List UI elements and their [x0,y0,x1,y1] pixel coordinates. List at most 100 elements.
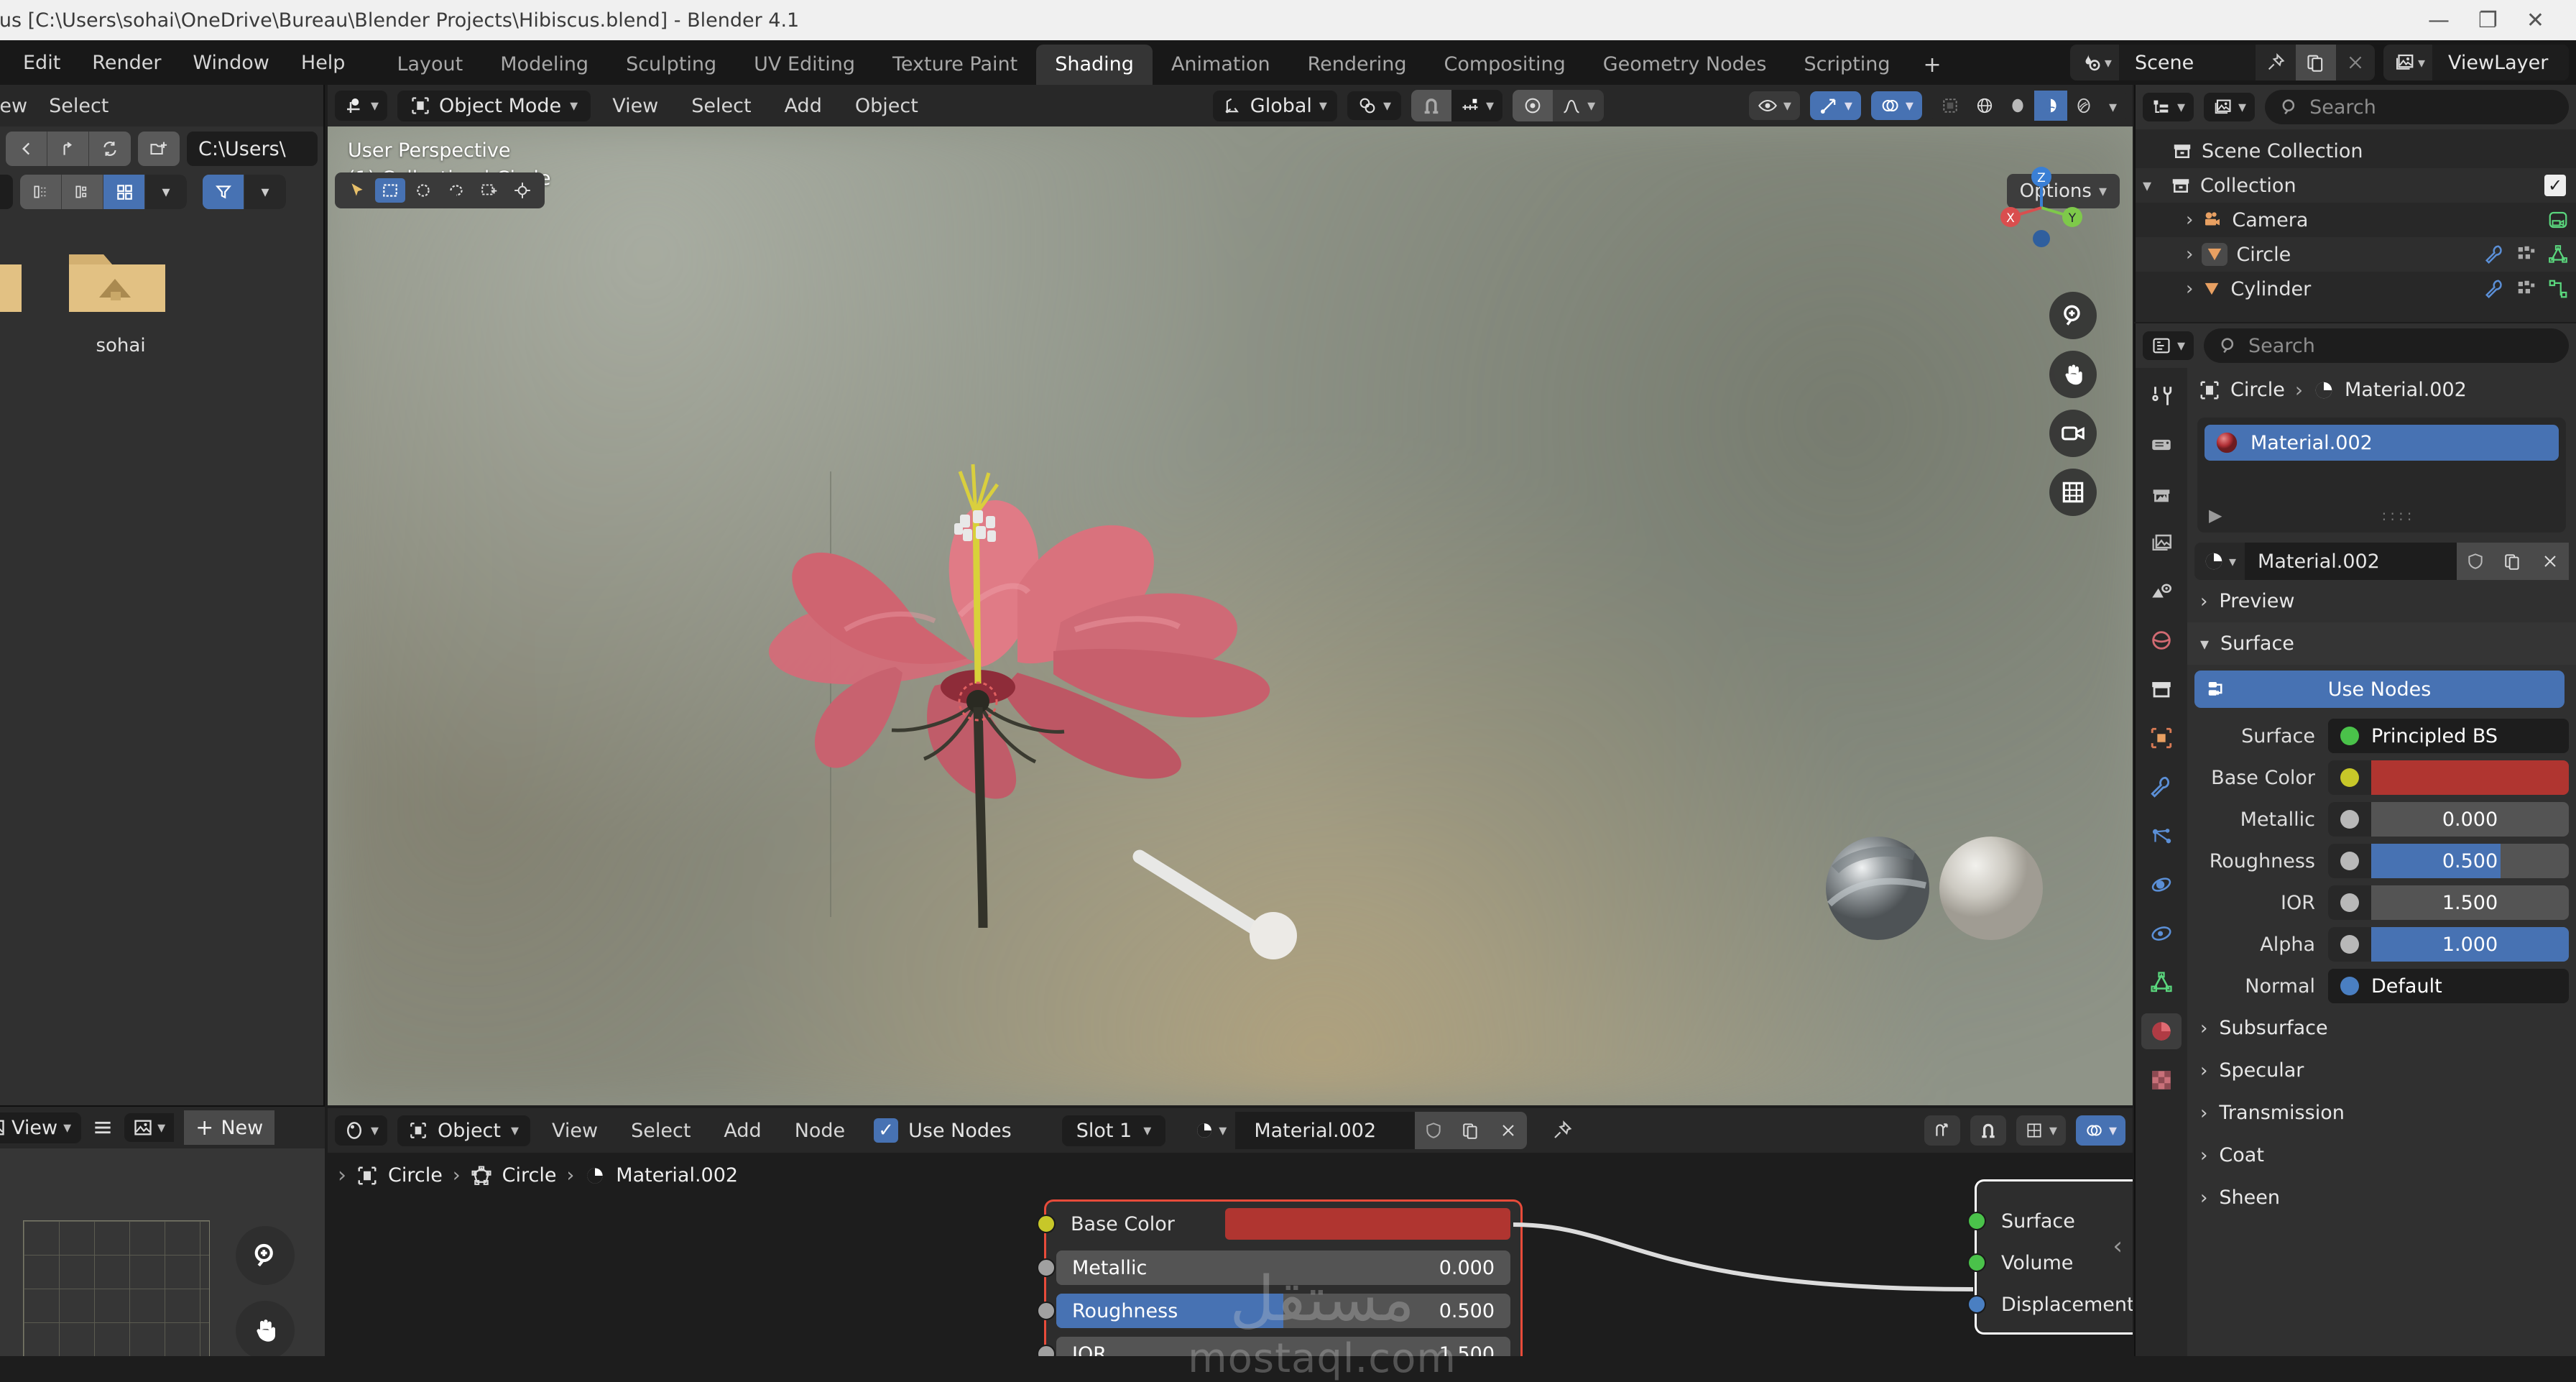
prop-value-normal[interactable]: Default [2328,969,2569,1003]
hamburger-icon[interactable] [91,1116,114,1139]
pin-icon[interactable] [1551,1120,1573,1141]
properties-body[interactable]: Circle › Material.002 Material.002 ▶ :::… [2187,368,2576,1356]
material-name-field[interactable]: Material.002 [1235,1112,1416,1149]
menu-window[interactable]: Window [177,47,285,78]
image-datablock-selector[interactable]: ▾ [124,1113,175,1142]
node-row-ior[interactable]: IOR 1.500 [1037,1332,1520,1356]
node-row-metallic[interactable]: Metallic 0.000 [1037,1246,1520,1289]
viewlayer-icon[interactable]: ▾ [2383,52,2432,73]
material-slot-item[interactable]: Material.002 [2205,425,2559,461]
scene-name[interactable]: Scene [2118,45,2256,80]
specials-menu-icon[interactable]: ▶ [2209,505,2222,525]
path-input[interactable]: C:\Users\ [187,132,318,166]
prop-value-base-color[interactable] [2328,760,2569,795]
prop-value-roughness[interactable]: 0.500 [2328,844,2569,878]
sidebar-expand-icon[interactable]: ‹ [2113,1232,2123,1261]
prop-row-roughness[interactable]: Roughness 0.500 [2187,840,2576,882]
node-overlays-toggle[interactable]: ▾ [2075,1115,2125,1146]
prop-row-metallic[interactable]: Metallic 0.000 [2187,798,2576,840]
fb-menu-view[interactable]: View [0,95,27,117]
node-row-surface[interactable]: Surface [1967,1200,2133,1242]
base-color-swatch[interactable] [2371,760,2569,795]
tab-constraints[interactable] [2141,916,2182,952]
new-image-button[interactable]: + New [184,1110,275,1145]
tab-tool[interactable] [2141,378,2182,414]
tab-render[interactable] [2141,427,2182,463]
prop-row-ior[interactable]: IOR 1.500 [2187,882,2576,923]
gizmo-toggle[interactable]: ▾ [1809,91,1861,120]
tab-animation[interactable]: Animation [1153,45,1289,85]
socket-metallic[interactable] [1037,1258,1056,1277]
duplicate-material-icon[interactable] [2494,543,2531,580]
duplicate-material-icon[interactable] [1452,1112,1490,1149]
viewlayer-name[interactable]: ViewLayer [2432,45,2569,80]
socket-base-color[interactable] [1037,1215,1056,1233]
prop-value-surface[interactable]: Principled BS [2328,719,2569,753]
principled-bsdf-node[interactable]: Base Color Metallic 0.000 Roughness 0.50… [1037,1202,1520,1356]
properties-breadcrumb-object[interactable]: Circle [2230,379,2285,401]
viewlayer-selector[interactable]: ▾ ViewLayer [2383,45,2569,80]
display-mode-thumbnail-icon[interactable] [103,175,145,209]
viewport-menu-select[interactable]: Select [680,95,762,117]
snap-mode-selector[interactable]: ▾ [1451,90,1502,121]
prop-value-ior[interactable]: 1.500 [2328,885,2569,920]
filter-icon[interactable] [203,175,244,209]
node-row-roughness[interactable]: Roughness 0.500 [1037,1289,1520,1332]
prop-value-metallic[interactable]: 0.000 [2328,802,2569,837]
editor-type-selector[interactable]: ▾ [335,91,388,121]
tab-output[interactable] [2141,476,2182,512]
proportional-edit-icon[interactable] [1513,90,1554,121]
close-button[interactable]: ✕ [2526,8,2544,33]
material-icon[interactable]: ▾ [1186,1112,1236,1149]
tab-compositing[interactable]: Compositing [1425,45,1584,85]
panel-specular[interactable]: › Specular [2187,1049,2576,1092]
chevron-down-icon[interactable]: ▾ [2143,175,2161,195]
tab-physics[interactable] [2141,867,2182,903]
camera-view-icon[interactable] [2049,410,2097,457]
panel-coat[interactable]: › Coat [2187,1134,2576,1176]
tab-texture[interactable] [2141,1062,2182,1098]
fake-user-shield-icon[interactable] [2457,543,2494,580]
snap-node-icon[interactable] [1924,1115,1960,1146]
editor-type-selector[interactable]: ▾ [335,1115,388,1146]
socket-surface[interactable] [1967,1212,1986,1230]
node-magnet-icon[interactable] [1970,1115,2006,1146]
material-icon[interactable]: ▾ [2194,543,2245,580]
falloff-selector[interactable]: ▾ [1553,90,1604,121]
overlays-toggle[interactable]: ▾ [1870,91,1922,120]
pan-hand-icon[interactable] [2049,351,2097,398]
shading-solid-icon[interactable] [2001,91,2034,121]
display-mode-detail-icon[interactable] [62,175,103,209]
viewport-canvas[interactable]: User Perspective (1) Collection | Circle… [328,126,2133,1105]
new-folder-button[interactable] [138,132,180,166]
outliner-display-mode[interactable]: ▾ [2204,93,2256,121]
filename-field[interactable]: ar [0,175,13,209]
resize-grip[interactable]: :::: [2382,507,2416,524]
tab-scripting[interactable]: Scripting [1785,45,1908,85]
select-lasso-icon[interactable] [441,178,471,203]
outliner-row-camera[interactable]: › Camera [2136,203,2576,237]
breadcrumb-object[interactable]: Circle [388,1164,443,1187]
select-circle-icon[interactable] [408,178,438,203]
menu-render[interactable]: Render [76,47,177,78]
shader-menu-view[interactable]: View [540,1120,609,1142]
editor-type-selector[interactable]: ▾ [2143,331,2194,360]
tab-world[interactable] [2141,622,2182,658]
tab-geometry-nodes[interactable]: Geometry Nodes [1584,45,1786,85]
prop-row-normal[interactable]: Normal Default [2187,965,2576,1007]
mesh-data-icon[interactable] [2547,244,2569,265]
tab-collection[interactable] [2141,671,2182,707]
shading-material-preview-icon[interactable] [2033,91,2067,121]
material-name-input[interactable]: Material.002 [2245,543,2457,580]
material-output-node[interactable]: Surface Volume Displacement [1967,1181,2133,1332]
modifier-wrench-icon[interactable] [2484,278,2506,300]
tab-modeling[interactable]: Modeling [481,45,607,85]
viewport-menu-view[interactable]: View [601,95,670,117]
socket-volume[interactable] [1967,1253,1986,1272]
folder-item[interactable]: sohai [63,241,178,356]
node-row-volume[interactable]: Volume [1967,1242,2133,1284]
tab-object[interactable] [2141,720,2182,756]
properties-breadcrumb-material[interactable]: Material.002 [2345,379,2467,401]
node-row-base-color[interactable]: Base Color [1037,1202,1520,1246]
socket-ior[interactable] [1037,1345,1056,1356]
